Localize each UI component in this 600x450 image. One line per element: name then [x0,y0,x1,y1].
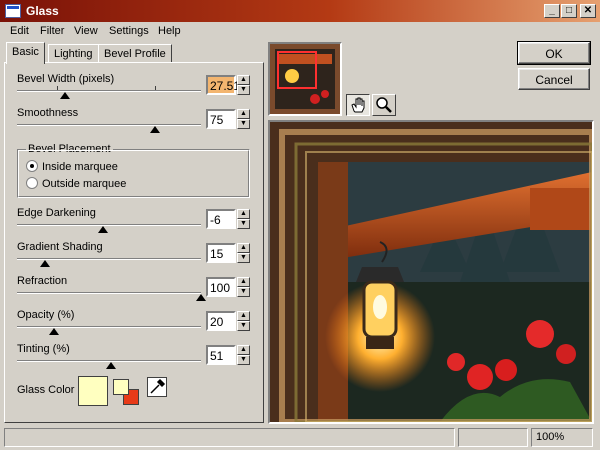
status-info-pane [458,428,528,447]
window-icon[interactable] [5,4,21,18]
edge-darkening-input[interactable]: -6 [206,209,236,229]
preview-image [270,122,592,422]
bevel-width-label: Bevel Width (pixels) [17,73,115,85]
spin-up-icon[interactable]: ▲ [237,209,250,219]
opacity-label: Opacity (%) [17,309,75,321]
spin-down-icon[interactable]: ▼ [237,119,250,129]
menu-filter[interactable]: Filter [40,25,64,37]
opacity-spinner[interactable]: ▲ ▼ [237,311,250,331]
refraction-spinner[interactable]: ▲ ▼ [237,277,250,297]
refraction-input[interactable]: 100 [206,277,236,297]
bevel-width-spinner[interactable]: ▲ ▼ [237,75,250,95]
radio-outside-label: Outside marquee [42,178,127,190]
opacity-slider-thumb[interactable] [48,328,59,335]
spin-down-icon[interactable]: ▼ [237,253,250,263]
gradient-shading-spinner[interactable]: ▲ ▼ [237,243,250,263]
hand-pan-icon [351,97,365,113]
slider-tick [155,86,156,90]
gradient-shading-input[interactable]: 15 [206,243,236,263]
navigator-thumbnail[interactable] [268,42,342,116]
menu-view[interactable]: View [74,25,98,37]
smoothness-slider-track[interactable] [17,124,201,126]
bevel-width-slider-track[interactable] [17,90,201,92]
radio-inside-label: Inside marquee [42,161,118,173]
edge-darkening-slider-thumb[interactable] [98,226,109,233]
ok-button[interactable]: OK [517,41,591,65]
menu-bar: Edit Filter View Settings Help [0,22,600,42]
preview-pane[interactable] [268,120,594,424]
refraction-slider-thumb[interactable] [196,294,206,301]
radio-button-icon[interactable] [26,160,38,172]
zoom-level: 100% [531,428,593,447]
refraction-row: Refraction 100 ▲ ▼ [5,275,261,311]
cancel-button[interactable]: Cancel [518,68,590,90]
foreground-color-swatch[interactable] [113,379,129,395]
edge-darkening-label: Edge Darkening [17,207,96,219]
eyedropper-icon[interactable] [147,377,167,397]
opacity-slider-track[interactable] [17,326,201,328]
spin-up-icon[interactable]: ▲ [237,109,250,119]
refraction-slider-track[interactable] [17,292,201,294]
spin-up-icon[interactable]: ▲ [237,311,250,321]
glass-dialog: Glass _ □ ✕ Edit Filter View Settings He… [0,0,600,450]
maximize-button[interactable]: □ [561,4,577,18]
thumbnail-image [270,44,340,114]
status-message-pane [4,428,455,447]
bevel-placement-legend: Bevel Placement [26,143,113,155]
spin-down-icon[interactable]: ▼ [237,85,250,95]
edge-darkening-spinner[interactable]: ▲ ▼ [237,209,250,229]
bevel-width-row: Bevel Width (pixels) 27.51 ▲ ▼ [5,73,261,109]
tinting-row: Tinting (%) 51 ▲ ▼ [5,343,261,379]
menu-settings[interactable]: Settings [109,25,149,37]
menu-help[interactable]: Help [158,25,181,37]
spin-down-icon[interactable]: ▼ [237,321,250,331]
menu-edit[interactable]: Edit [10,25,29,37]
radio-outside-marquee[interactable]: Outside marquee [26,177,126,190]
glass-color-swatch[interactable] [78,376,108,406]
radio-button-icon[interactable] [26,177,38,189]
smoothness-spinner[interactable]: ▲ ▼ [237,109,250,129]
spin-down-icon[interactable]: ▼ [237,219,250,229]
gradient-shading-row: Gradient Shading 15 ▲ ▼ [5,241,261,277]
tab-lighting[interactable]: Lighting [48,44,99,63]
status-bar: 100% [0,426,600,450]
slider-tick [57,86,58,90]
opacity-row: Opacity (%) 20 ▲ ▼ [5,309,261,345]
tinting-slider-thumb[interactable] [105,362,116,369]
zoom-tool[interactable] [372,94,396,116]
close-button[interactable]: ✕ [580,4,596,18]
tinting-label: Tinting (%) [17,343,70,355]
tab-basic[interactable]: Basic [6,42,45,64]
hand-pan-tool[interactable] [346,94,370,116]
tab-bevel-profile[interactable]: Bevel Profile [98,44,172,63]
spin-up-icon[interactable]: ▲ [237,345,250,355]
tinting-spinner[interactable]: ▲ ▼ [237,345,250,365]
bevel-width-slider-thumb[interactable] [59,92,70,99]
smoothness-slider-thumb[interactable] [150,126,160,133]
smoothness-label: Smoothness [17,107,79,119]
refraction-label: Refraction [17,275,68,287]
title-bar[interactable]: Glass _ □ ✕ [0,0,600,22]
window-title: Glass [26,4,59,18]
basic-tab-panel: Bevel Width (pixels) 27.51 ▲ ▼ Smoothnes… [4,62,264,423]
spin-up-icon[interactable]: ▲ [237,75,250,85]
tinting-input[interactable]: 51 [206,345,236,365]
minimize-button[interactable]: _ [544,4,560,18]
gradient-shading-label: Gradient Shading [17,241,103,253]
zoom-magnifier-icon [376,97,392,113]
edge-darkening-row: Edge Darkening -6 ▲ ▼ [5,207,261,243]
edge-darkening-slider-track[interactable] [17,224,201,226]
spin-up-icon[interactable]: ▲ [237,243,250,253]
gradient-shading-slider-thumb[interactable] [39,260,50,267]
spin-up-icon[interactable]: ▲ [237,277,250,287]
glass-color-label: Glass Color [17,384,75,396]
spin-down-icon[interactable]: ▼ [237,355,250,365]
radio-inside-marquee[interactable]: Inside marquee [26,160,118,173]
bevel-placement-group: Bevel Placement Inside marquee Outside m… [17,143,250,198]
bevel-width-input[interactable]: 27.51 [206,75,240,95]
smoothness-row: Smoothness 75 ▲ ▼ [5,107,261,143]
spin-down-icon[interactable]: ▼ [237,287,250,297]
opacity-input[interactable]: 20 [206,311,236,331]
smoothness-input[interactable]: 75 [206,109,236,129]
